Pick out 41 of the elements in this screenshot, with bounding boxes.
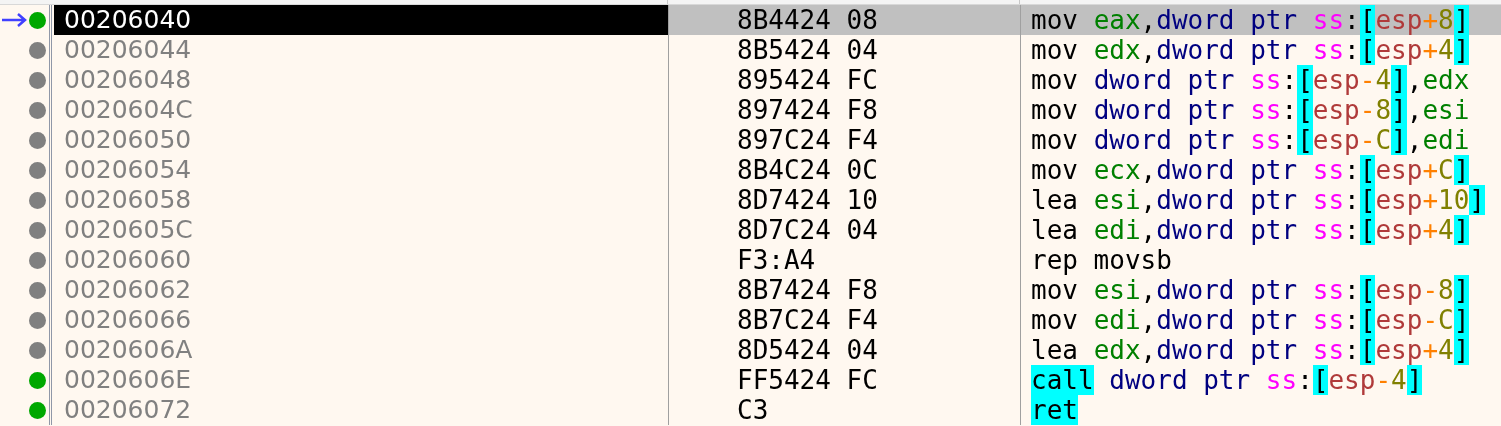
address-cell[interactable]: 00206050 bbox=[54, 125, 668, 155]
address-cell[interactable]: 0020605C bbox=[54, 215, 668, 245]
instruction-text: lea esi,dword ptr ss:[esp+10] bbox=[1031, 184, 1485, 217]
bytes-cell: 897424 F8 bbox=[668, 95, 1020, 125]
instruction-text: mov esi,dword ptr ss:[esp-8] bbox=[1031, 274, 1470, 307]
address-cell[interactable]: 00206066 bbox=[54, 305, 668, 335]
bytes-cell: 8B7424 F8 bbox=[668, 275, 1020, 305]
bytes-cell: 895424 FC bbox=[668, 65, 1020, 95]
bytes-cell: F3:A4 bbox=[668, 245, 1020, 275]
bytes-cell: C3 bbox=[668, 395, 1020, 425]
address-cell[interactable]: 0020604C bbox=[54, 95, 668, 125]
instruction-text: mov dword ptr ss:[esp-4],edx bbox=[1031, 64, 1470, 97]
bytes-cell: 8D7424 10 bbox=[668, 185, 1020, 215]
instruction-text: mov dword ptr ss:[esp-8],esi bbox=[1031, 94, 1470, 127]
instruction-text: mov dword ptr ss:[esp-C],edi bbox=[1031, 124, 1470, 157]
bytes-cell: 8B4C24 0C bbox=[668, 155, 1020, 185]
address-cell[interactable]: 00206072 bbox=[54, 395, 668, 425]
instruction-pointer-arrow-icon bbox=[1, 13, 27, 27]
instruction-text: mov eax,dword ptr ss:[esp+8] bbox=[1031, 3, 1470, 37]
bytes-cell: 8D7C24 04 bbox=[668, 215, 1020, 245]
bytes-cell: 897C24 F4 bbox=[668, 125, 1020, 155]
instruction-text: ret bbox=[1031, 393, 1078, 426]
bytes-cell: 8B7C24 F4 bbox=[668, 305, 1020, 335]
instruction-text: call dword ptr ss:[esp-4] bbox=[1031, 364, 1423, 397]
address-cell[interactable]: 00206062 bbox=[54, 275, 668, 305]
bytes-cell: 8B4424 08 bbox=[668, 5, 1020, 35]
address-cell[interactable]: 00206058 bbox=[54, 185, 668, 215]
address-cell[interactable]: 00206060 bbox=[54, 245, 668, 275]
address-cell[interactable]: 0020606E bbox=[54, 365, 668, 395]
bytes-cell: 8B5424 04 bbox=[668, 35, 1020, 65]
bytes-cell: 8D5424 04 bbox=[668, 335, 1020, 365]
address-cell[interactable]: 00206054 bbox=[54, 155, 668, 185]
instruction-text: lea edx,dword ptr ss:[esp+4] bbox=[1031, 334, 1470, 367]
address-cell[interactable]: 00206044 bbox=[54, 35, 668, 65]
address-cell[interactable]: 0020606A bbox=[54, 335, 668, 365]
instruction-text: mov edi,dword ptr ss:[esp-C] bbox=[1031, 304, 1470, 337]
address-cell[interactable]: 00206048 bbox=[54, 65, 668, 95]
address-cell[interactable]: 00206040 bbox=[54, 5, 668, 35]
instruction-text: mov ecx,dword ptr ss:[esp+C] bbox=[1031, 154, 1470, 187]
instruction-text: mov edx,dword ptr ss:[esp+4] bbox=[1031, 34, 1470, 67]
bytes-cell: FF5424 FC bbox=[668, 365, 1020, 395]
